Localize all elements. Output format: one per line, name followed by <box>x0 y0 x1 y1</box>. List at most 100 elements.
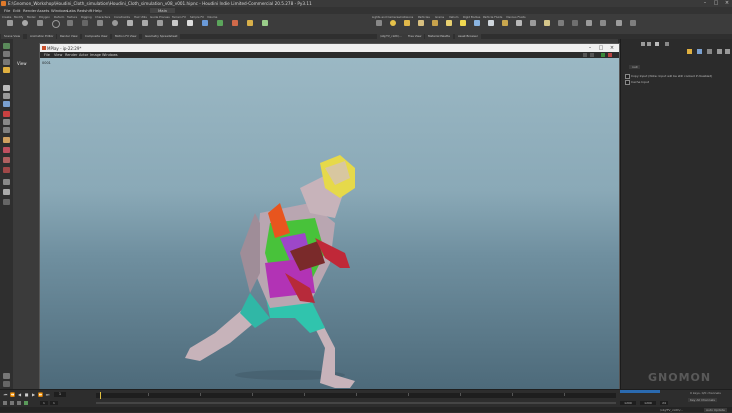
move-icon[interactable] <box>3 51 10 57</box>
view-tool-icon[interactable] <box>3 93 10 99</box>
menu-help[interactable]: Help <box>93 8 102 13</box>
settings-icon[interactable] <box>3 373 10 379</box>
tube-tool[interactable] <box>33 20 47 33</box>
shelf-tab-particle-fluids[interactable]: Particle Fluids <box>483 15 502 19</box>
grid-tool[interactable] <box>63 20 77 33</box>
light-icon[interactable] <box>3 137 10 143</box>
shelf-tab-modify[interactable]: Modify <box>14 15 23 19</box>
mplay-link-icon[interactable] <box>601 53 605 57</box>
shelf-tab-grains[interactable]: Grains <box>435 15 444 19</box>
network-back-icon[interactable] <box>641 42 645 46</box>
sky-light-tool[interactable] <box>484 20 498 33</box>
gamepad-camera-tool[interactable] <box>596 20 610 33</box>
shelf-tab-particles[interactable]: Particles <box>418 15 430 19</box>
distant-light-tool[interactable] <box>456 20 470 33</box>
copy-input-checkbox[interactable] <box>625 74 630 79</box>
file-tool[interactable] <box>243 20 257 33</box>
menu-edit[interactable]: Edit <box>13 8 20 13</box>
sphere-tool[interactable] <box>18 20 32 33</box>
shelf-tab-volume[interactable]: Volume <box>207 15 217 19</box>
caustic-light-tool[interactable] <box>512 20 526 33</box>
shelf-tab-terrain-fx[interactable]: Terrain FX <box>172 15 186 19</box>
torus-tool[interactable] <box>48 20 62 33</box>
end-frame-field[interactable]: 1200 <box>620 401 636 405</box>
step-back-icon[interactable]: ⏪ <box>10 392 15 397</box>
brush-icon[interactable] <box>3 119 10 125</box>
shelf-tab-texture[interactable]: Texture <box>67 15 77 19</box>
shelf-tab-characters[interactable]: Characters <box>95 15 110 19</box>
scale-icon[interactable] <box>3 67 10 73</box>
network-forward-icon[interactable] <box>647 42 651 46</box>
rotate-icon[interactable] <box>3 59 10 65</box>
current-frame-field[interactable]: 1 <box>54 392 66 397</box>
shelf-tab-rigging[interactable]: Rigging <box>81 15 92 19</box>
network-search-icon[interactable] <box>725 49 730 54</box>
more-icon[interactable] <box>3 381 10 387</box>
menu-render[interactable]: Render <box>23 8 37 13</box>
auto-update-button[interactable]: Auto Update <box>704 407 727 412</box>
network-list-icon[interactable] <box>665 42 669 46</box>
switcher-tool[interactable] <box>582 20 596 33</box>
shelf-tab-viscous-fluids[interactable]: Viscous Fluids <box>506 15 526 19</box>
shelf-tab-collisions[interactable]: Collisions <box>400 15 413 19</box>
mplay-display-options-icon[interactable] <box>583 53 587 57</box>
mplay-close-icon[interactable]: × <box>607 44 617 52</box>
area-light-tool[interactable] <box>414 20 428 33</box>
menu-redshift[interactable]: Redshift <box>77 8 92 13</box>
shelf-tab-hair-utils[interactable]: Hair Utils <box>134 15 147 19</box>
ambient-light-tool[interactable] <box>540 20 554 33</box>
network-star-icon[interactable] <box>687 49 692 54</box>
network-info-icon[interactable] <box>697 49 702 54</box>
volume-light-tool[interactable] <box>442 20 456 33</box>
mplay-minimize-icon[interactable]: – <box>585 44 595 52</box>
magnet-icon[interactable] <box>3 167 10 173</box>
lock-icon[interactable] <box>3 189 10 195</box>
spiral-tool[interactable] <box>258 20 272 33</box>
mplay-maximize-icon[interactable]: □ <box>596 44 606 52</box>
menu-windows[interactable]: Windows <box>51 8 68 13</box>
menu-assets[interactable]: Assets <box>37 8 49 13</box>
minimize-icon[interactable]: – <box>700 0 710 7</box>
camera-view-icon[interactable] <box>3 179 10 185</box>
close-icon[interactable]: × <box>722 0 732 7</box>
network-gear-icon[interactable] <box>717 49 722 54</box>
line-tool[interactable] <box>93 20 107 33</box>
mplay-menu-file[interactable]: File <box>44 53 50 57</box>
mplay-menu-render[interactable]: Render <box>65 53 77 57</box>
null-tool[interactable] <box>78 20 92 33</box>
pointer-icon[interactable] <box>3 85 10 91</box>
mplay-image-view[interactable]: 0001 <box>40 58 619 389</box>
light-linker-tool[interactable] <box>612 20 626 33</box>
shelf-tab-model[interactable]: Model <box>27 15 35 19</box>
mplay-pin-icon[interactable] <box>590 53 594 57</box>
key-all-channels-button[interactable]: Key All Channels <box>688 398 717 402</box>
shelf-tab-rigid-bodies[interactable]: Rigid Bodies <box>463 15 480 19</box>
font-tool[interactable] <box>183 20 197 33</box>
menu-file[interactable]: File <box>4 8 10 13</box>
metaball-tool[interactable] <box>228 20 242 33</box>
start-frame-field-2[interactable]: 1 <box>50 401 58 405</box>
stop-icon[interactable]: ■ <box>24 392 29 397</box>
mplay-menu-view[interactable]: View <box>54 53 62 57</box>
spray-paint-tool[interactable] <box>168 20 182 33</box>
shelf-tab-vellum[interactable]: Vellum <box>449 15 458 19</box>
cache-icon[interactable] <box>24 401 28 405</box>
mplay-menu-actor[interactable]: Actor <box>79 53 88 57</box>
mplay-menu-image[interactable]: Image <box>90 53 101 57</box>
copy-input-option[interactable]: Copy Input (Note: Input will be still co… <box>625 74 712 79</box>
mplay-menu-windows[interactable]: Windows <box>102 53 118 57</box>
playhead[interactable] <box>100 392 101 399</box>
environment-light-tool[interactable] <box>470 20 484 33</box>
shelf-tab-deform[interactable]: Deform <box>54 15 64 19</box>
shelf-tab-create[interactable]: Create <box>2 15 11 19</box>
object-tool[interactable] <box>626 20 640 33</box>
geometry-light-tool[interactable] <box>428 20 442 33</box>
circle-tool[interactable] <box>108 20 122 33</box>
draw-curve-tool[interactable] <box>138 20 152 33</box>
mplay-stop-icon[interactable] <box>608 53 612 57</box>
step-forward-icon[interactable]: ⏩ <box>38 392 43 397</box>
l-system-tool[interactable] <box>213 20 227 33</box>
cache-input-option[interactable]: Cache Input <box>625 80 649 85</box>
network-home-icon[interactable] <box>655 42 659 46</box>
shelf-tab-simple-fx[interactable]: Simple FX <box>190 15 204 19</box>
